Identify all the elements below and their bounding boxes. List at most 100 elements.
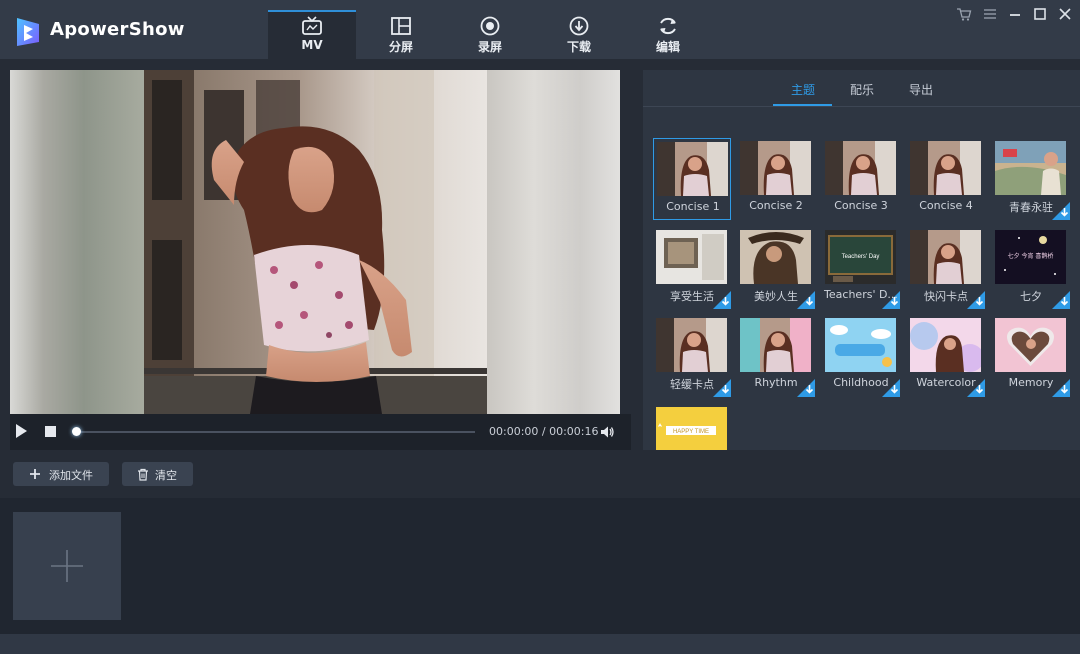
theme-thumbnail bbox=[740, 318, 811, 372]
menu-icon[interactable] bbox=[982, 6, 998, 22]
panel-tabs: 主题 配乐 导出 bbox=[643, 70, 1080, 107]
nav-tab-mv[interactable]: MV bbox=[268, 10, 356, 59]
theme-item-concise-3[interactable]: Concise 3 bbox=[822, 138, 900, 220]
theme-thumbnail: 七夕 今宵 喜鹊桥 bbox=[995, 230, 1066, 284]
theme-name: Concise 2 bbox=[749, 199, 803, 212]
split-screen-icon bbox=[391, 17, 411, 35]
theme-name: Concise 3 bbox=[834, 199, 888, 212]
theme-item-enjoy-life[interactable]: 享受生活 bbox=[653, 227, 731, 309]
nav-tab-record[interactable]: 录屏 bbox=[446, 10, 534, 59]
theme-name: 享受生活 bbox=[670, 290, 714, 303]
theme-thumbnail: Teachers' Day bbox=[825, 230, 896, 284]
active-tab-indicator bbox=[773, 104, 832, 106]
preview-blur-left bbox=[10, 70, 144, 414]
add-file-label: 添加文件 bbox=[49, 469, 93, 482]
theme-name: Watercolor bbox=[916, 376, 976, 389]
trash-icon bbox=[138, 468, 148, 481]
theme-item-watercolor[interactable]: Watercolor bbox=[907, 315, 985, 397]
add-media-plus-icon bbox=[51, 550, 83, 582]
theme-name: 轻缓卡点 bbox=[670, 378, 714, 391]
theme-thumbnail bbox=[740, 230, 811, 284]
maximize-icon[interactable] bbox=[1032, 6, 1048, 22]
tab-export[interactable]: 导出 bbox=[909, 81, 933, 98]
theme-thumbnail bbox=[825, 318, 896, 372]
playback-time: 00:00:00 / 00:00:16 bbox=[489, 425, 599, 438]
status-bar bbox=[0, 634, 1080, 654]
player-controls: 00:00:00 / 00:00:16 bbox=[10, 414, 631, 450]
add-media-tile[interactable] bbox=[13, 512, 121, 620]
nav-tab-label: 分屏 bbox=[388, 40, 413, 54]
record-icon bbox=[480, 16, 500, 36]
volume-icon[interactable] bbox=[599, 424, 615, 440]
cart-icon[interactable] bbox=[956, 6, 972, 22]
refresh-edit-icon bbox=[660, 17, 676, 35]
theme-item-concise-4[interactable]: Concise 4 bbox=[907, 138, 985, 220]
theme-item-beautiful-life[interactable]: 美妙人生 bbox=[737, 227, 815, 309]
theme-item-youth[interactable]: 青春永驻 bbox=[992, 138, 1070, 220]
theme-thumbnail bbox=[657, 142, 728, 196]
theme-name: Concise 4 bbox=[919, 199, 973, 212]
theme-thumbnail bbox=[825, 141, 896, 195]
theme-item-teachers-day[interactable]: Teachers' Day Teachers' D... bbox=[822, 227, 900, 309]
theme-panel: 主题 配乐 导出 Concise 1 Concise 2 Concise 3 C… bbox=[643, 70, 1080, 450]
nav-tab-label: 下载 bbox=[566, 40, 591, 54]
theme-thumbnail bbox=[740, 141, 811, 195]
nav-tab-label: 录屏 bbox=[477, 40, 502, 54]
theme-name: 七夕 bbox=[1020, 290, 1042, 303]
theme-item-memory[interactable]: Memory bbox=[992, 315, 1070, 397]
app-title: ApowerShow bbox=[50, 19, 185, 40]
theme-thumbnail: HAPPY TIME bbox=[656, 407, 727, 450]
theme-item-slow-beat[interactable]: 轻缓卡点 bbox=[653, 315, 731, 397]
close-icon[interactable] bbox=[1057, 6, 1073, 22]
add-file-button[interactable]: 添加文件 bbox=[13, 462, 109, 486]
video-preview bbox=[10, 70, 620, 414]
title-bar: ApowerShow MV 分屏 录屏 下载 编辑 bbox=[0, 0, 1080, 59]
tab-music[interactable]: 配乐 bbox=[850, 81, 874, 98]
download-icon bbox=[569, 16, 589, 36]
theme-name: 青春永驻 bbox=[1009, 201, 1053, 214]
theme-name: Rhythm bbox=[754, 376, 798, 389]
nav-tab-label: 编辑 bbox=[655, 40, 680, 54]
theme-thumbnail bbox=[910, 230, 981, 284]
theme-thumbnail bbox=[910, 318, 981, 372]
theme-thumbnail bbox=[995, 141, 1066, 195]
theme-name: 美妙人生 bbox=[754, 290, 798, 303]
plus-icon bbox=[30, 469, 40, 479]
preview-blur-right bbox=[487, 70, 620, 414]
clear-button[interactable]: 清空 bbox=[122, 462, 193, 486]
theme-name: Concise 1 bbox=[666, 200, 720, 213]
theme-thumbnail bbox=[910, 141, 981, 195]
theme-item-qixi[interactable]: 七夕 今宵 喜鹊桥 七夕 bbox=[992, 227, 1070, 309]
theme-item-happy-time[interactable]: HAPPY TIME bbox=[653, 404, 731, 450]
happy-time-text: HAPPY TIME bbox=[673, 429, 709, 435]
theme-item-childhood[interactable]: Childhood bbox=[822, 315, 900, 397]
theme-item-rhythm[interactable]: Rhythm bbox=[737, 315, 815, 397]
preview-photo bbox=[144, 70, 487, 414]
theme-item-flash-beat[interactable]: 快闪卡点 bbox=[907, 227, 985, 309]
theme-thumbnail bbox=[656, 230, 727, 284]
tv-icon bbox=[302, 16, 322, 35]
nav-tab-edit[interactable]: 编辑 bbox=[624, 10, 712, 59]
teachers-day-chalk-text: Teachers' Day bbox=[842, 254, 880, 260]
nav-tab-split-screen[interactable]: 分屏 bbox=[357, 10, 445, 59]
theme-name: Memory bbox=[1008, 376, 1054, 389]
theme-name: Teachers' D... bbox=[824, 288, 898, 301]
stop-icon[interactable] bbox=[45, 426, 56, 437]
theme-item-concise-1[interactable]: Concise 1 bbox=[653, 138, 731, 220]
apowershow-logo-icon bbox=[17, 18, 39, 46]
theme-name: Childhood bbox=[833, 376, 889, 389]
theme-item-concise-2[interactable]: Concise 2 bbox=[737, 138, 815, 220]
theme-name: 快闪卡点 bbox=[924, 290, 968, 303]
nav-tab-download[interactable]: 下载 bbox=[535, 10, 623, 59]
minimize-icon[interactable] bbox=[1007, 6, 1023, 22]
clear-label: 清空 bbox=[155, 469, 177, 482]
progress-handle[interactable] bbox=[72, 427, 81, 436]
theme-thumbnail bbox=[995, 318, 1066, 372]
progress-track[interactable] bbox=[77, 431, 475, 433]
tab-theme[interactable]: 主题 bbox=[791, 81, 815, 98]
play-icon[interactable] bbox=[16, 424, 27, 438]
media-library bbox=[0, 498, 1080, 634]
nav-tab-label: MV bbox=[301, 38, 323, 52]
qixi-poem-text: 七夕 今宵 喜鹊桥 bbox=[1008, 252, 1054, 260]
theme-thumbnail bbox=[656, 318, 727, 372]
